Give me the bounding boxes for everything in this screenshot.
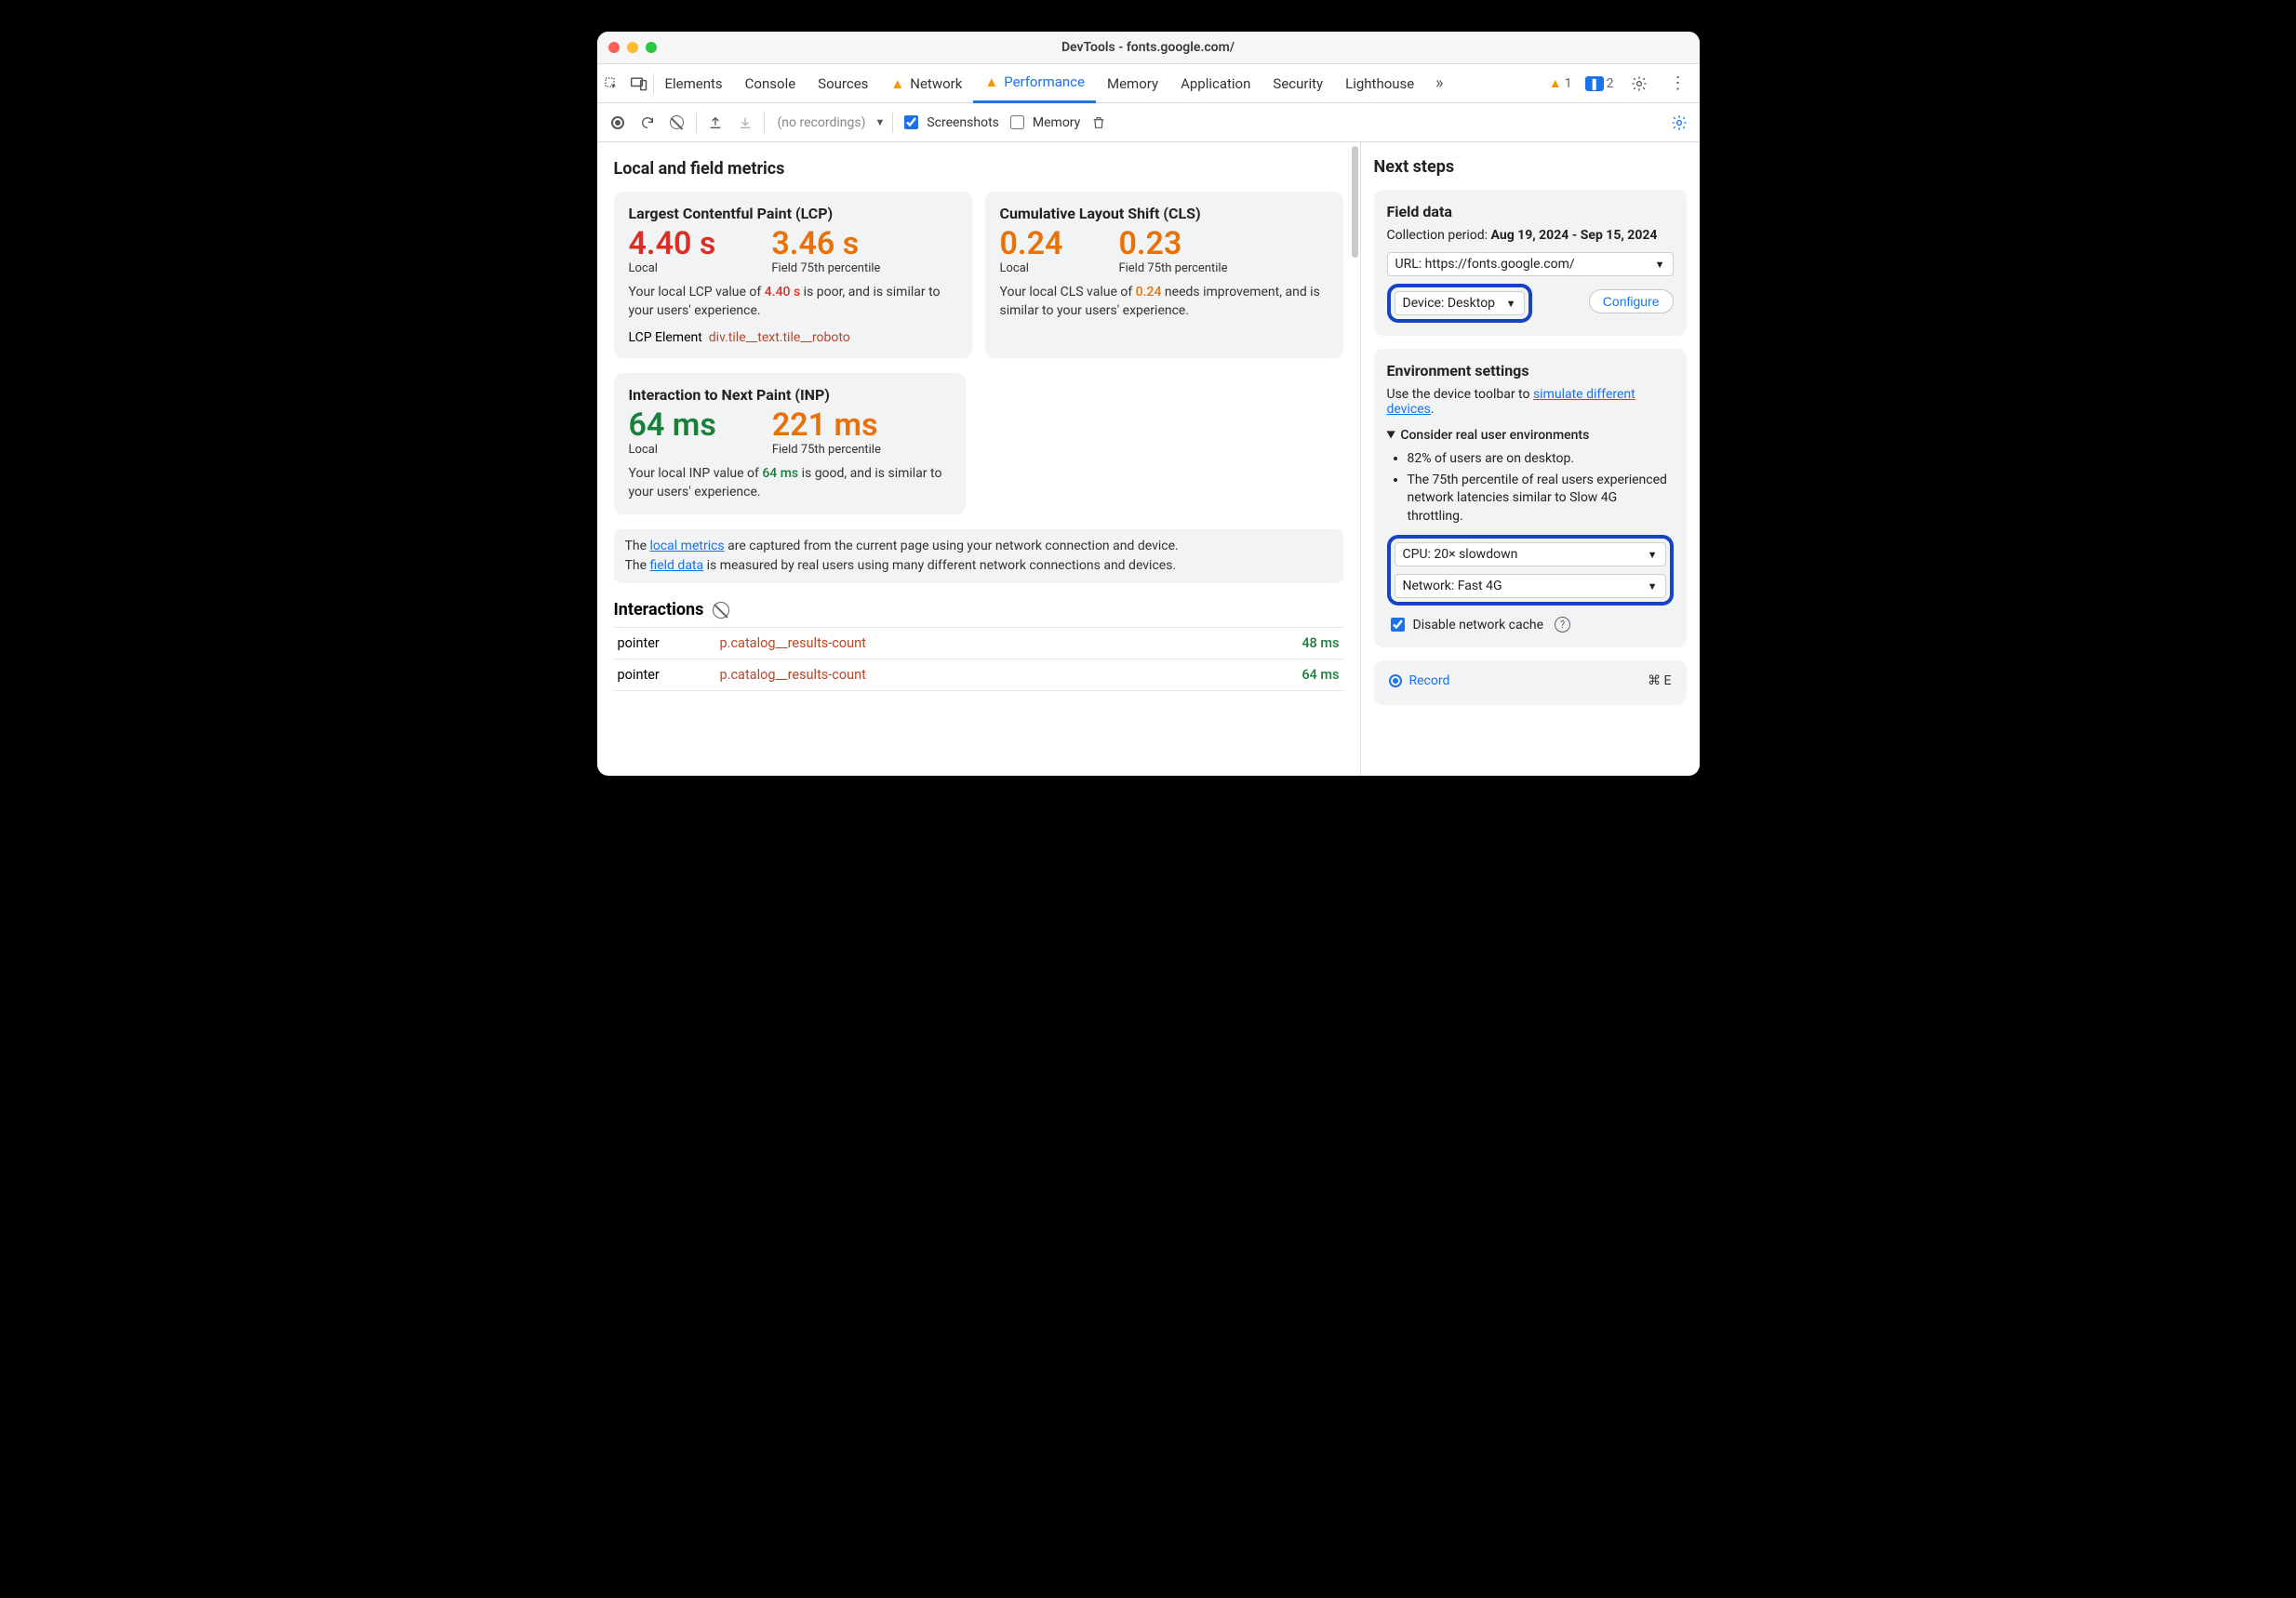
warning-icon: ▲ [984,73,998,90]
window-controls [608,42,657,53]
tab-application[interactable]: Application [1169,64,1261,103]
interactions-heading: Interactions [614,600,1343,619]
tab-memory[interactable]: Memory [1096,64,1169,103]
field-data-card: Field data Collection period: Aug 19, 20… [1374,190,1687,336]
lcp-title: Largest Contentful Paint (LCP) [629,205,957,222]
download-icon[interactable] [734,115,756,130]
inp-card: Interaction to Next Paint (INP) 64 msLoc… [614,373,966,515]
warnings-badge[interactable]: ▲1 [1549,75,1572,91]
interactions-table: pointer p.catalog__results-count 48 ms p… [614,627,1343,691]
help-icon[interactable]: ? [1555,617,1570,633]
lcp-card: Largest Contentful Paint (LCP) 4.40 sLoc… [614,192,972,358]
tab-security[interactable]: Security [1261,64,1334,103]
lcp-local-value: 4.40 s [629,228,716,260]
tab-network[interactable]: ▲Network [879,64,973,103]
reload-icon[interactable] [636,115,659,130]
lcp-desc: Your local LCP value of 4.40 s is poor, … [629,283,957,321]
perf-settings-icon[interactable] [1668,114,1690,131]
separator [892,113,893,133]
device-select-highlight: Device: Desktop▼ [1387,284,1532,323]
no-sort-icon [713,602,729,619]
tab-sources[interactable]: Sources [807,64,879,103]
side-panel: Next steps Field data Collection period:… [1360,142,1700,776]
local-metrics-link[interactable]: local metrics [649,539,724,553]
inp-desc: Your local INP value of 64 ms is good, a… [629,464,951,502]
cls-card: Cumulative Layout Shift (CLS) 0.24Local … [985,192,1343,358]
more-tabs-icon[interactable]: » [1425,73,1453,93]
field-data-link[interactable]: field data [649,558,703,573]
env-settings-card: Environment settings Use the device tool… [1374,349,1687,647]
warning-icon: ▲ [890,75,904,92]
record-shortcut: ⌘ E [1648,673,1671,688]
metrics-explainer: The local metrics are captured from the … [614,529,1343,583]
scrollbar[interactable] [1352,146,1358,258]
record-card: Record ⌘ E [1374,660,1687,705]
inspect-icon[interactable] [597,75,625,92]
window-title: DevTools - fonts.google.com/ [597,40,1700,55]
tab-elements[interactable]: Elements [654,64,734,103]
minimize-icon[interactable] [627,42,638,53]
clear-icon[interactable] [666,115,688,129]
record-icon[interactable] [607,115,629,130]
tab-performance[interactable]: ▲Performance [973,64,1096,103]
separator [696,113,697,133]
lcp-element-row[interactable]: LCP Element div.tile__text.tile__roboto [629,330,957,345]
titlebar: DevTools - fonts.google.com/ [597,32,1700,64]
device-toolbar-icon[interactable] [625,75,653,92]
env-details[interactable]: Consider real user environments 82% of u… [1387,424,1674,526]
list-item: 82% of users are on desktop. [1408,450,1674,469]
separator [764,113,765,133]
upload-icon[interactable] [704,115,727,130]
device-select[interactable]: Device: Desktop▼ [1395,291,1525,315]
record-icon[interactable] [1389,674,1402,687]
next-steps-heading: Next steps [1374,157,1687,177]
kebab-icon[interactable]: ⋮ [1664,73,1692,93]
maximize-icon[interactable] [646,42,657,53]
network-select[interactable]: Network: Fast 4G▼ [1395,574,1666,598]
devtools-window: DevTools - fonts.google.com/ Elements Co… [597,32,1700,776]
inp-title: Interaction to Next Paint (INP) [629,386,951,404]
recordings-select[interactable]: (no recordings)▼ [772,115,886,130]
screenshots-checkbox[interactable]: Screenshots [901,113,999,132]
table-row[interactable]: pointer p.catalog__results-count 48 ms [614,628,1343,659]
tab-lighthouse[interactable]: Lighthouse [1334,64,1425,103]
cpu-select[interactable]: CPU: 20× slowdown▼ [1395,542,1666,566]
close-icon[interactable] [608,42,620,53]
issues-badge[interactable]: ❚2 [1583,76,1614,91]
panel-tabs: Elements Console Sources ▲Network ▲Perfo… [597,64,1700,103]
table-row[interactable]: pointer p.catalog__results-count 64 ms [614,659,1343,691]
cls-desc: Your local CLS value of 0.24 needs impro… [1000,283,1328,321]
memory-checkbox[interactable]: Memory [1007,113,1080,132]
configure-button[interactable]: Configure [1589,289,1674,313]
warning-icon: ▲ [1549,75,1562,91]
main-panel: Local and field metrics Largest Contentf… [597,142,1360,776]
inp-field-value: 221 ms [772,409,881,441]
cls-local-value: 0.24 [1000,228,1063,260]
perf-toolbar: (no recordings)▼ Screenshots Memory [597,103,1700,142]
list-item: The 75th percentile of real users experi… [1408,472,1674,526]
cls-field-value: 0.23 [1118,228,1227,260]
cls-title: Cumulative Layout Shift (CLS) [1000,205,1328,222]
metrics-heading: Local and field metrics [614,159,1343,179]
inp-local-value: 64 ms [629,409,716,441]
trash-icon[interactable] [1088,115,1110,130]
lcp-field-value: 3.46 s [771,228,880,260]
settings-icon[interactable] [1625,75,1653,92]
disable-cache-checkbox[interactable]: Disable network cache? [1387,615,1674,634]
throttling-highlight: CPU: 20× slowdown▼ Network: Fast 4G▼ [1387,535,1674,606]
tab-console[interactable]: Console [734,64,808,103]
issues-icon: ❚ [1585,76,1604,91]
record-button[interactable]: Record [1409,673,1450,688]
url-select[interactable]: URL: https://fonts.google.com/▼ [1387,252,1674,276]
